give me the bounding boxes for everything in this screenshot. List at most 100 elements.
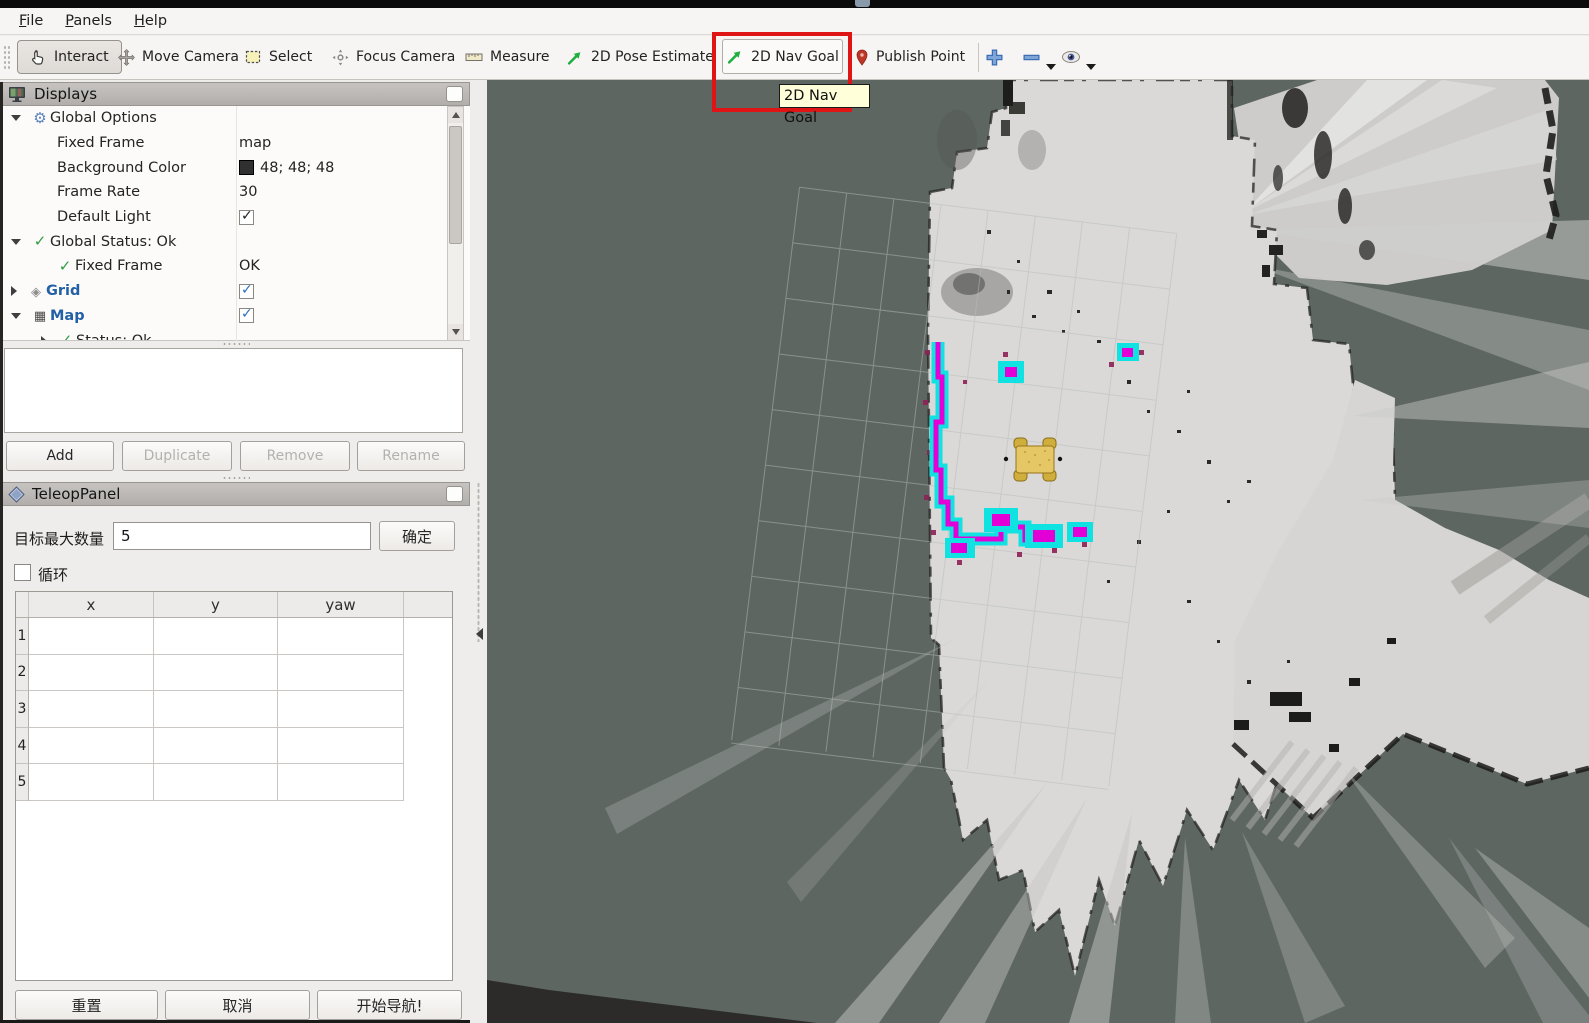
- teleop-panel-header[interactable]: TeleopPanel: [0, 482, 470, 506]
- column-header-y[interactable]: y: [154, 592, 278, 617]
- expander-down-icon[interactable]: [11, 115, 21, 121]
- tree-scrollbar[interactable]: [447, 106, 464, 341]
- tree-row-background-color[interactable]: Background Color 48; 48; 48: [0, 155, 470, 180]
- cell-yaw[interactable]: [278, 618, 404, 655]
- rename-display-button[interactable]: Rename: [357, 441, 465, 471]
- displays-panel-checkbox[interactable]: [446, 86, 463, 102]
- teleop-panel-checkbox[interactable]: [446, 486, 463, 502]
- select-tool[interactable]: Select: [245, 40, 312, 74]
- monitor-icon: [8, 86, 27, 103]
- titlebar-app-icon: [855, 0, 870, 7]
- cell-x[interactable]: [29, 764, 154, 801]
- selection-box-icon: [245, 49, 262, 65]
- status-ok-icon: [55, 259, 75, 274]
- tree-row-grid[interactable]: Grid: [0, 279, 470, 304]
- cell-y[interactable]: [154, 691, 278, 728]
- cell-y[interactable]: [154, 618, 278, 655]
- expander-right-icon[interactable]: [41, 336, 47, 341]
- cell-y[interactable]: [154, 728, 278, 765]
- duplicate-display-button[interactable]: Duplicate: [122, 441, 232, 471]
- nav-goal-tool-button[interactable]: 2D Nav Goal: [722, 39, 843, 74]
- column-header-x[interactable]: x: [29, 592, 154, 617]
- column-header-yaw[interactable]: yaw: [278, 592, 404, 617]
- menu-help[interactable]: Help: [123, 10, 178, 32]
- tree-row-default-light[interactable]: Default Light: [0, 205, 470, 230]
- focus-camera-tool[interactable]: Focus Camera: [332, 40, 455, 74]
- cell-x[interactable]: [29, 618, 154, 655]
- expander-right-icon[interactable]: [11, 286, 17, 296]
- hand-cursor-icon: [30, 49, 47, 66]
- tree-column-divider: [236, 106, 237, 341]
- reset-button[interactable]: 重置: [15, 990, 158, 1020]
- move-camera-tool[interactable]: Move Camera: [118, 40, 239, 74]
- fixed-frame-value[interactable]: map: [239, 135, 271, 151]
- zoom-out-dropdown-arrow[interactable]: [1046, 64, 1056, 70]
- cell-y[interactable]: [154, 655, 278, 692]
- cell-yaw[interactable]: [278, 655, 404, 692]
- scroll-up-button[interactable]: [448, 107, 463, 123]
- row-header[interactable]: 4: [16, 728, 29, 765]
- loop-label: 循环: [38, 564, 68, 585]
- map-enabled-checkbox[interactable]: [239, 308, 254, 323]
- color-swatch[interactable]: [239, 160, 254, 175]
- tree-row-global-options[interactable]: Global Options: [0, 106, 470, 131]
- cell-x[interactable]: [29, 655, 154, 692]
- eye-icon: [1060, 49, 1082, 65]
- menu-panels[interactable]: Panels: [54, 10, 123, 32]
- scroll-down-button[interactable]: [448, 324, 463, 340]
- tree-resize-grip[interactable]: [222, 342, 250, 346]
- row-header[interactable]: 5: [16, 764, 29, 801]
- scrollbar-thumb[interactable]: [449, 126, 462, 244]
- default-light-checkbox[interactable]: [239, 210, 254, 225]
- toolbar: Interact Move Camera Select Focus Camera…: [0, 36, 1589, 80]
- measure-tool[interactable]: Measure: [465, 40, 550, 74]
- pose-estimate-tool[interactable]: 2D Pose Estimate: [566, 40, 714, 74]
- remove-display-button[interactable]: Remove: [240, 441, 350, 471]
- status-ok-icon: [30, 234, 50, 249]
- confirm-button[interactable]: 确定: [379, 521, 455, 551]
- table-row: 2: [16, 655, 452, 692]
- tree-row-fixed-frame-status[interactable]: Fixed Frame OK: [0, 254, 470, 279]
- max-goals-input[interactable]: [113, 522, 371, 550]
- panel-resize-grip[interactable]: [222, 476, 250, 480]
- tree-row-fixed-frame[interactable]: Fixed Frame map: [0, 131, 470, 156]
- tree-row-global-status[interactable]: Global Status: Ok: [0, 229, 470, 254]
- cell-yaw[interactable]: [278, 764, 404, 801]
- zoom-in-button[interactable]: [985, 40, 1004, 74]
- toolbar-grip[interactable]: [3, 45, 10, 71]
- table-row: 3: [16, 691, 452, 728]
- tree-row-frame-rate[interactable]: Frame Rate 30: [0, 180, 470, 205]
- add-display-button[interactable]: Add: [6, 441, 114, 471]
- cell-x[interactable]: [29, 691, 154, 728]
- splitter-collapse-icon[interactable]: [476, 628, 483, 640]
- start-navigation-button[interactable]: 开始导航!: [317, 990, 462, 1020]
- loop-checkbox[interactable]: [14, 564, 31, 581]
- interact-tool-button[interactable]: Interact: [17, 40, 122, 74]
- tree-row-map[interactable]: Map: [0, 304, 470, 329]
- displays-panel-header[interactable]: Displays: [0, 82, 470, 106]
- background-color-value[interactable]: 48; 48; 48: [260, 160, 334, 176]
- tree-row-map-status[interactable]: Status: Ok: [0, 328, 470, 341]
- menu-file[interactable]: File: [8, 10, 54, 32]
- window-left-edge: [0, 82, 3, 1023]
- cell-y[interactable]: [154, 764, 278, 801]
- row-header[interactable]: 2: [16, 655, 29, 692]
- expander-down-icon[interactable]: [11, 313, 21, 319]
- zoom-out-button[interactable]: [1022, 40, 1041, 74]
- row-header[interactable]: 3: [16, 691, 29, 728]
- cell-yaw[interactable]: [278, 728, 404, 765]
- 3d-scene: [487, 80, 1589, 1023]
- panel-splitter[interactable]: [470, 82, 487, 1023]
- row-header[interactable]: 1: [16, 618, 29, 655]
- 3d-viewport[interactable]: [487, 80, 1589, 1023]
- publish-point-tool[interactable]: Publish Point: [855, 40, 965, 74]
- cell-yaw[interactable]: [278, 691, 404, 728]
- cell-x[interactable]: [29, 728, 154, 765]
- expander-down-icon[interactable]: [11, 239, 21, 245]
- visibility-button[interactable]: [1060, 40, 1082, 74]
- frame-rate-value[interactable]: 30: [239, 184, 257, 200]
- move-arrows-icon: [118, 49, 135, 66]
- grid-enabled-checkbox[interactable]: [239, 284, 254, 299]
- cancel-button[interactable]: 取消: [165, 990, 310, 1020]
- visibility-dropdown-arrow[interactable]: [1086, 64, 1096, 70]
